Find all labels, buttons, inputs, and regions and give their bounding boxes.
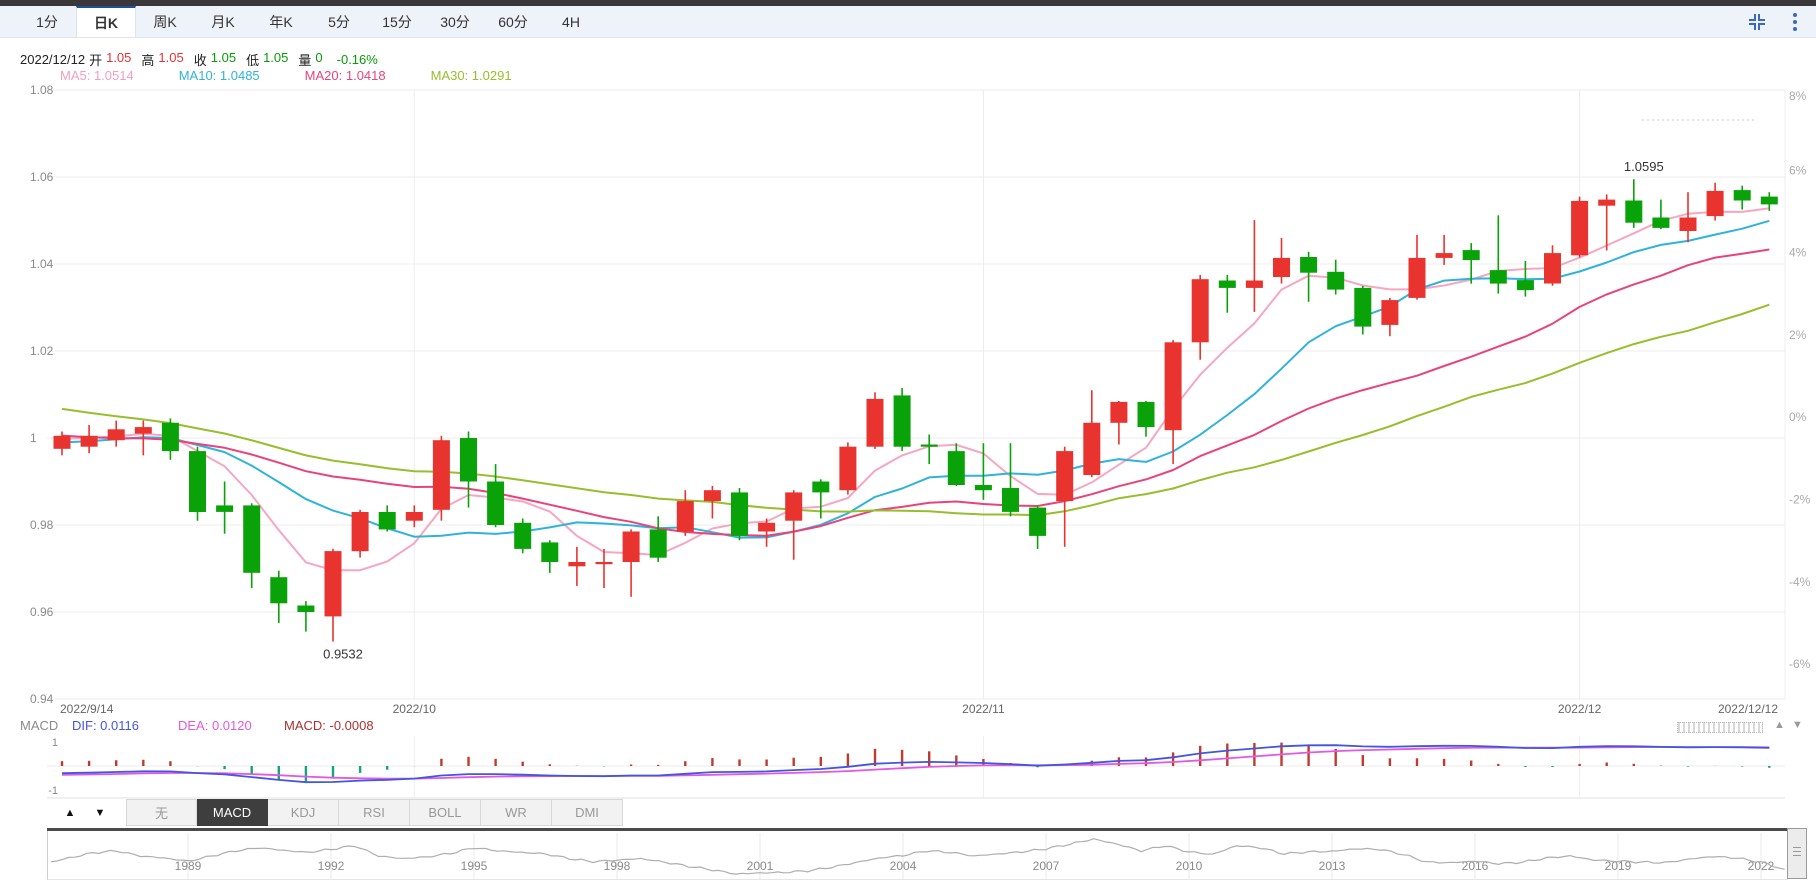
timeframe-tab-1分[interactable]: 1分 bbox=[18, 6, 76, 37]
ma-legend-item: MA10: 1.0485 bbox=[179, 68, 260, 84]
svg-text:1.06: 1.06 bbox=[30, 170, 54, 184]
svg-text:0.98: 0.98 bbox=[30, 518, 54, 532]
ohlc-label: 量 bbox=[298, 50, 311, 69]
timeframe-tab-周K[interactable]: 周K bbox=[136, 6, 194, 37]
svg-text:0%: 0% bbox=[1789, 410, 1807, 424]
ohlc-value: 0 bbox=[315, 50, 322, 69]
indicator-tab-无[interactable]: 无 bbox=[126, 799, 197, 826]
svg-text:2013: 2013 bbox=[1319, 859, 1346, 873]
svg-text:0.9532: 0.9532 bbox=[323, 647, 363, 662]
macd-indicator-chart[interactable]: 1 -1 bbox=[0, 734, 1816, 800]
svg-text:2007: 2007 bbox=[1033, 859, 1060, 873]
panel-down-icon[interactable]: ▼ bbox=[1792, 719, 1803, 731]
indicator-tabs: 无MACDKDJRSIBOLLWRDMI bbox=[126, 799, 623, 826]
indicator-tab-WR[interactable]: WR bbox=[481, 799, 552, 826]
indicator-down-button[interactable]: ▼ bbox=[88, 800, 112, 826]
macd-legend-row: MACD DIF: 0.0116 DEA: 0.0120 MACD: -0.00… bbox=[0, 718, 1816, 734]
macd-range-indicator bbox=[1677, 722, 1763, 733]
timeframe-tab-月K[interactable]: 月K bbox=[194, 6, 252, 37]
ohlc-value: 1.05 bbox=[158, 50, 183, 69]
svg-text:4%: 4% bbox=[1789, 246, 1807, 260]
svg-text:6%: 6% bbox=[1789, 163, 1807, 177]
ma-legend-item: MA20: 1.0418 bbox=[305, 68, 386, 84]
timeframe-tabs: 1分日K周K月K年K5分15分30分60分4H bbox=[18, 6, 600, 37]
history-navigator[interactable]: 1989199219951998200120042007201020132016… bbox=[47, 831, 1788, 880]
ohlc-label: 收 bbox=[194, 50, 207, 69]
svg-text:2022/12/12: 2022/12/12 bbox=[1718, 702, 1778, 716]
svg-text:2%: 2% bbox=[1789, 328, 1807, 342]
svg-text:2022/9/14: 2022/9/14 bbox=[60, 702, 114, 716]
quote-date: 2022/12/12 bbox=[20, 52, 85, 67]
indicator-tab-MACD[interactable]: MACD bbox=[197, 799, 268, 826]
ohlc-label: 高 bbox=[141, 50, 154, 69]
timeframe-tab-4H[interactable]: 4H bbox=[542, 6, 600, 37]
panel-up-icon[interactable]: ▲ bbox=[1774, 719, 1785, 731]
svg-text:-4%: -4% bbox=[1789, 575, 1811, 589]
macd-macd-value: MACD: -0.0008 bbox=[284, 718, 374, 733]
indicator-tab-KDJ[interactable]: KDJ bbox=[268, 799, 339, 826]
ohlc-label: 开 bbox=[89, 50, 102, 69]
svg-text:1.0595: 1.0595 bbox=[1624, 159, 1664, 174]
ma-legend-item: MA30: 1.0291 bbox=[431, 68, 512, 84]
ohlc-value: 1.05 bbox=[211, 50, 236, 69]
ohlc-value: 1.05 bbox=[263, 50, 288, 69]
timeframe-tab-30分[interactable]: 30分 bbox=[426, 6, 484, 37]
indicator-up-button[interactable]: ▲ bbox=[58, 800, 82, 826]
indicator-tabs-row: ▲ ▼ 无MACDKDJRSIBOLLWRDMI bbox=[0, 799, 1816, 827]
timeframe-tab-5分[interactable]: 5分 bbox=[310, 6, 368, 37]
svg-text:1.08: 1.08 bbox=[30, 84, 54, 97]
svg-text:2022/11: 2022/11 bbox=[962, 702, 1005, 716]
svg-text:1992: 1992 bbox=[318, 859, 345, 873]
indicator-tab-BOLL[interactable]: BOLL bbox=[410, 799, 481, 826]
svg-text:1.02: 1.02 bbox=[30, 344, 54, 358]
timeframe-tab-年K[interactable]: 年K bbox=[252, 6, 310, 37]
indicator-tab-RSI[interactable]: RSI bbox=[339, 799, 410, 826]
svg-text:0.94: 0.94 bbox=[30, 692, 54, 706]
macd-title: MACD bbox=[20, 718, 58, 733]
timeframe-tab-60分[interactable]: 60分 bbox=[484, 6, 542, 37]
svg-text:1995: 1995 bbox=[461, 859, 488, 873]
svg-text:1: 1 bbox=[52, 737, 58, 749]
svg-text:2010: 2010 bbox=[1176, 859, 1203, 873]
svg-text:1.04: 1.04 bbox=[30, 257, 54, 271]
ohlc-fields: 开1.05高1.05收1.05低1.05量0 bbox=[89, 50, 333, 69]
ohlc-info-bar: 2022/12/12 开1.05高1.05收1.05低1.05量0 -0.16% bbox=[20, 50, 382, 68]
macd-dif-value: DIF: 0.0116 bbox=[72, 718, 139, 733]
macd-dea-value: DEA: 0.0120 bbox=[178, 718, 252, 733]
change-percent: -0.16% bbox=[337, 52, 378, 67]
ohlc-label: 低 bbox=[246, 50, 259, 69]
svg-text:1: 1 bbox=[30, 431, 37, 445]
timeframe-toolbar: 1分日K周K月K年K5分15分30分60分4H bbox=[0, 6, 1816, 38]
svg-text:2001: 2001 bbox=[747, 859, 774, 873]
timeframe-tab-日K[interactable]: 日K bbox=[76, 6, 136, 37]
kebab-menu-icon[interactable] bbox=[1782, 6, 1808, 37]
navigator-drag-handle[interactable] bbox=[1787, 828, 1807, 879]
main-candlestick-chart[interactable]: 1.08 1.06 1.04 1.02 1 0.98 0.96 0.94 8% 6% 4% 2% 0% -… bbox=[0, 84, 1816, 718]
svg-text:-2%: -2% bbox=[1789, 493, 1811, 507]
svg-text:-1: -1 bbox=[48, 785, 58, 797]
svg-text:0.96: 0.96 bbox=[30, 605, 54, 619]
ma-legend: MA5: 1.0514 MA10: 1.0485 MA20: 1.0418 MA30:… bbox=[60, 68, 557, 84]
svg-text:8%: 8% bbox=[1789, 89, 1807, 103]
svg-text:-6%: -6% bbox=[1789, 657, 1811, 671]
svg-text:2022/12: 2022/12 bbox=[1558, 702, 1602, 716]
svg-text:2004: 2004 bbox=[890, 859, 917, 873]
ma-legend-item: MA5: 1.0514 bbox=[60, 68, 134, 84]
charting-app: { "toolbar": { "tabs": ["1分","日K","周K","… bbox=[0, 0, 1816, 890]
collapse-icon[interactable] bbox=[1744, 6, 1770, 37]
timeframe-tab-15分[interactable]: 15分 bbox=[368, 6, 426, 37]
toolbar-spacer bbox=[600, 6, 1744, 37]
svg-text:2022/10: 2022/10 bbox=[393, 702, 437, 716]
ohlc-value: 1.05 bbox=[106, 50, 131, 69]
indicator-tab-DMI[interactable]: DMI bbox=[552, 799, 623, 826]
